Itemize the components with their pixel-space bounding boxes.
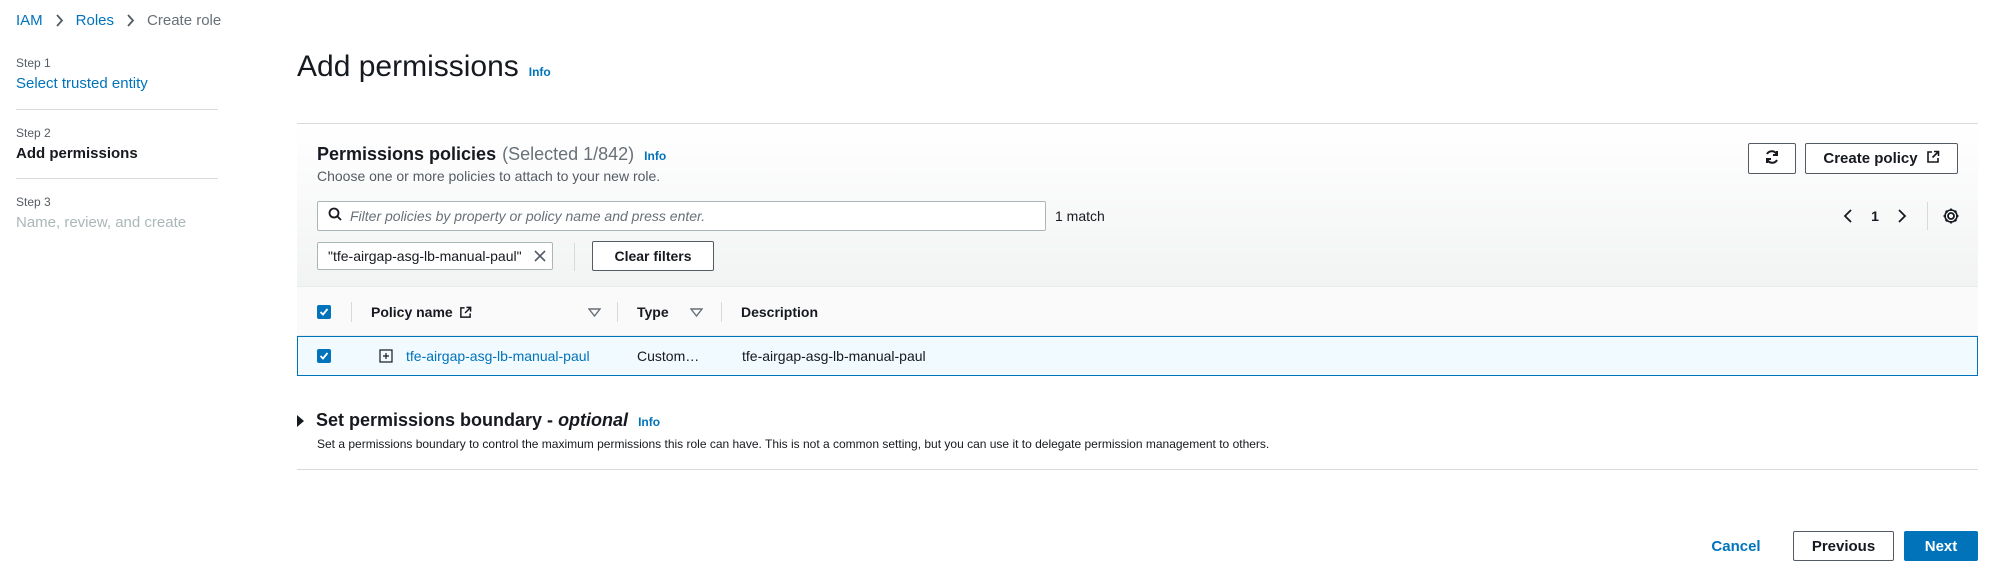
breadcrumb: IAM Roles Create role bbox=[16, 10, 221, 30]
row-select-cell bbox=[317, 337, 331, 375]
pagination: 1 bbox=[1833, 202, 1966, 230]
page-title: Add permissions bbox=[297, 50, 519, 83]
step-2: Step 2 Add permissions bbox=[16, 126, 218, 179]
permissions-boundary-section: Set permissions boundary - optional Info… bbox=[297, 410, 1978, 451]
column-separator bbox=[721, 302, 722, 322]
policy-filter-input[interactable] bbox=[350, 208, 1045, 224]
column-label-type: Type bbox=[637, 304, 669, 320]
column-separator bbox=[617, 302, 618, 322]
boundary-title: Set permissions boundary - optional bbox=[316, 410, 628, 431]
policy-filter bbox=[317, 201, 1046, 231]
caret-right-icon[interactable] bbox=[297, 415, 304, 427]
select-all-header bbox=[317, 287, 331, 337]
boundary-description: Set a permissions boundary to control th… bbox=[317, 437, 1270, 451]
filter-token-label: "tfe-airgap-asg-lb-manual-paul" bbox=[328, 248, 522, 264]
next-page-button[interactable] bbox=[1887, 202, 1917, 230]
remove-filter-close-icon[interactable] bbox=[534, 250, 546, 262]
expand-row-button[interactable] bbox=[379, 337, 393, 375]
boundary-title-optional: optional bbox=[558, 410, 629, 430]
preferences-button[interactable] bbox=[1936, 202, 1966, 230]
create-policy-label: Create policy bbox=[1823, 150, 1918, 167]
policy-name-cell: tfe-airgap-asg-lb-manual-paul bbox=[406, 337, 590, 375]
chevron-right-icon bbox=[1898, 209, 1907, 223]
boundary-title-text: Set permissions boundary - bbox=[316, 410, 559, 430]
breadcrumb-current: Create role bbox=[147, 11, 222, 29]
search-icon bbox=[328, 207, 342, 226]
step-number: Step 2 bbox=[16, 126, 51, 140]
boundary-info-link[interactable]: Info bbox=[638, 415, 660, 429]
page-header: Add permissions Info bbox=[297, 50, 551, 84]
next-button[interactable]: Next bbox=[1904, 531, 1978, 561]
select-all-checkbox[interactable] bbox=[317, 305, 331, 319]
panel-title: Permissions policies bbox=[317, 144, 497, 164]
table-header: Policy name Type Description bbox=[297, 286, 1978, 336]
breadcrumb-iam[interactable]: IAM bbox=[16, 12, 43, 29]
create-policy-button[interactable]: Create policy bbox=[1805, 143, 1958, 174]
boundary-header[interactable]: Set permissions boundary - optional Info bbox=[297, 410, 1978, 431]
sort-caret-down-icon[interactable] bbox=[689, 304, 704, 320]
column-label-description: Description bbox=[741, 304, 819, 320]
step-1: Step 1 Select trusted entity bbox=[16, 56, 218, 110]
policy-description-cell: tfe-airgap-asg-lb-manual-paul bbox=[742, 348, 926, 364]
checkmark-icon bbox=[319, 308, 329, 316]
step-number: Step 3 bbox=[16, 195, 51, 209]
column-separator bbox=[351, 302, 352, 322]
filter-token: "tfe-airgap-asg-lb-manual-paul" bbox=[317, 242, 553, 270]
column-label-policy-name: Policy name bbox=[371, 304, 453, 320]
panel-description: Choose one or more policies to attach to… bbox=[317, 168, 661, 184]
page-number[interactable]: 1 bbox=[1863, 208, 1887, 224]
step-3: Step 3 Name, review, and create bbox=[16, 195, 218, 247]
checkmark-icon bbox=[319, 352, 329, 360]
column-header-description[interactable]: Description bbox=[741, 287, 818, 337]
step-number: Step 1 bbox=[16, 56, 51, 70]
cancel-button[interactable]: Cancel bbox=[1691, 531, 1781, 561]
step-title-add-permissions: Add permissions bbox=[16, 145, 138, 162]
external-link-icon bbox=[1926, 150, 1940, 168]
selected-count: (Selected 1/842) bbox=[502, 144, 635, 164]
token-divider bbox=[574, 243, 575, 271]
table-row[interactable]: tfe-airgap-asg-lb-manual-paul Custom… tf… bbox=[297, 336, 1978, 376]
column-header-policy-name[interactable]: Policy name bbox=[371, 287, 602, 337]
clear-filters-button[interactable]: Clear filters bbox=[592, 241, 714, 271]
wizard-steps: Step 1 Select trusted entity Step 2 Add … bbox=[16, 56, 218, 263]
match-count: 1 match bbox=[1055, 208, 1105, 224]
sort-caret-down-icon[interactable] bbox=[587, 304, 602, 320]
step-title-name-review-create: Name, review, and create bbox=[16, 214, 187, 231]
permissions-policies-panel: Permissions policies (Selected 1/842) In… bbox=[297, 123, 1978, 376]
permissions-info-link[interactable]: Info bbox=[644, 149, 666, 163]
chevron-right-icon bbox=[55, 13, 64, 27]
chevron-right-icon bbox=[126, 13, 135, 27]
refresh-icon bbox=[1764, 149, 1780, 169]
pager-divider bbox=[1927, 202, 1928, 230]
breadcrumb-roles[interactable]: Roles bbox=[76, 12, 114, 29]
expand-plus-icon bbox=[379, 349, 393, 363]
policy-name-link[interactable]: tfe-airgap-asg-lb-manual-paul bbox=[406, 348, 590, 364]
gear-icon bbox=[1943, 208, 1959, 224]
external-link-icon bbox=[459, 306, 472, 319]
policy-type-cell: Custom… bbox=[637, 348, 700, 364]
panel-title-row: Permissions policies (Selected 1/842) In… bbox=[317, 144, 666, 165]
previous-page-button[interactable] bbox=[1833, 202, 1863, 230]
step-link-select-trusted-entity[interactable]: Select trusted entity bbox=[16, 75, 148, 92]
page-info-link[interactable]: Info bbox=[529, 65, 551, 79]
row-checkbox[interactable] bbox=[317, 349, 331, 363]
column-header-type[interactable]: Type bbox=[637, 287, 704, 337]
chevron-left-icon bbox=[1843, 209, 1852, 223]
panel-header: Permissions policies (Selected 1/842) In… bbox=[297, 124, 1978, 286]
section-divider bbox=[297, 469, 1978, 470]
refresh-button[interactable] bbox=[1748, 143, 1796, 174]
previous-button[interactable]: Previous bbox=[1793, 531, 1894, 561]
wizard-actions: Cancel Previous Next bbox=[1691, 531, 1978, 561]
